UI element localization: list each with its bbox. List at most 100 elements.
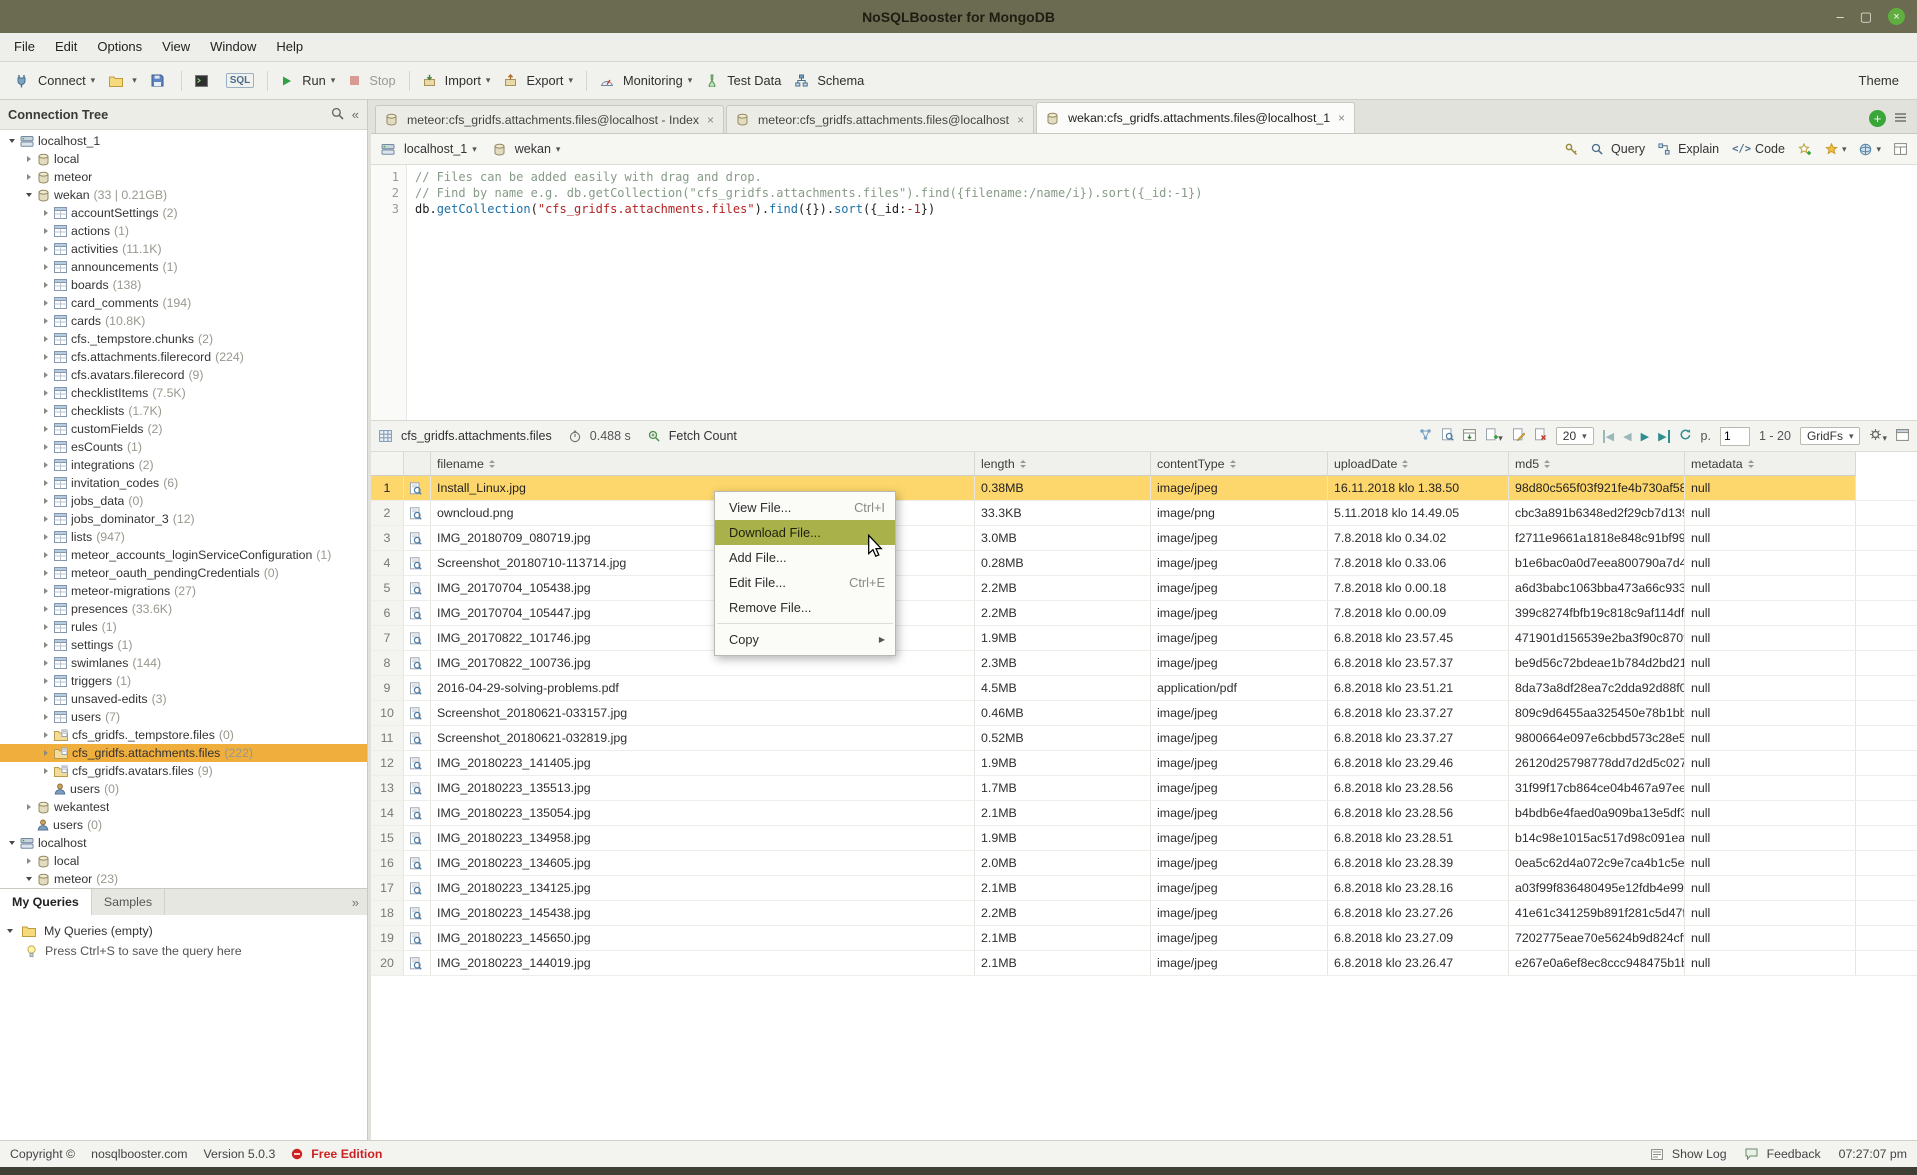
- expand-arrow[interactable]: [40, 531, 52, 543]
- add-document-button[interactable]: ▾: [1485, 428, 1503, 444]
- close-button[interactable]: ×: [1888, 8, 1905, 25]
- tree-item[interactable]: cfs_gridfs.avatars.files(9): [0, 762, 367, 780]
- table-row[interactable]: 7IMG_20170822_101746.jpg1.9MBimage/jpeg6…: [371, 626, 1917, 651]
- expand-arrow[interactable]: [23, 189, 35, 201]
- add-tab-button[interactable]: +: [1869, 110, 1886, 127]
- stop-button[interactable]: Stop: [342, 69, 402, 92]
- expand-arrow[interactable]: [40, 405, 52, 417]
- last-page-button[interactable]: ▶: [1658, 430, 1669, 443]
- menu-view[interactable]: View: [152, 33, 200, 61]
- expand-arrow[interactable]: [40, 747, 52, 759]
- close-tab-icon[interactable]: ×: [1017, 113, 1024, 127]
- expand-arrow[interactable]: [23, 873, 35, 885]
- site-link[interactable]: nosqlbooster.com: [91, 1147, 187, 1161]
- close-tab-icon[interactable]: ×: [707, 113, 714, 127]
- table-row[interactable]: 12IMG_20180223_141405.jpg1.9MBimage/jpeg…: [371, 751, 1917, 776]
- search-icon[interactable]: [331, 107, 344, 123]
- tree-item[interactable]: cards(10.8K): [0, 312, 367, 330]
- tree-item[interactable]: users(0): [0, 816, 367, 834]
- tree-item[interactable]: cfs_gridfs._tempstore.files(0): [0, 726, 367, 744]
- table-row[interactable]: 20IMG_20180223_144019.jpg2.1MBimage/jpeg…: [371, 951, 1917, 976]
- import-button[interactable]: Import ▾: [416, 69, 498, 92]
- menu-item-remove-file[interactable]: Remove File...: [715, 595, 895, 620]
- tab-samples[interactable]: Samples: [92, 889, 165, 915]
- page-size-select[interactable]: 20▾: [1556, 427, 1594, 445]
- expand-arrow[interactable]: [6, 135, 18, 147]
- menu-item-add-file[interactable]: Add File...: [715, 545, 895, 570]
- column-header-filename[interactable]: filename: [431, 452, 975, 476]
- expand-arrow[interactable]: [40, 513, 52, 525]
- tree-item[interactable]: lists(947): [0, 528, 367, 546]
- tree-item[interactable]: wekan(33 | 0.21GB): [0, 186, 367, 204]
- table-row[interactable]: 18IMG_20180223_145438.jpg2.2MBimage/jpeg…: [371, 901, 1917, 926]
- tree-item[interactable]: invitation_codes(6): [0, 474, 367, 492]
- shell-button[interactable]: [188, 71, 219, 91]
- table-row[interactable]: 92016-04-29-solving-problems.pdf4.5MBapp…: [371, 676, 1917, 701]
- table-row[interactable]: 19IMG_20180223_145650.jpg2.1MBimage/jpeg…: [371, 926, 1917, 951]
- expand-arrow[interactable]: [40, 477, 52, 489]
- expand-arrow[interactable]: [40, 351, 52, 363]
- tree-item[interactable]: cfs_gridfs.attachments.files(222): [0, 744, 367, 762]
- expand-arrow[interactable]: [40, 603, 52, 615]
- editor-tab[interactable]: meteor:cfs_gridfs.attachments.files@loca…: [726, 105, 1034, 133]
- tree-item[interactable]: meteor_oauth_pendingCredentials(0): [0, 564, 367, 582]
- expand-arrow[interactable]: [40, 711, 52, 723]
- tree-item[interactable]: local: [0, 852, 367, 870]
- tree-item[interactable]: boards(138): [0, 276, 367, 294]
- theme-button[interactable]: Theme: [1859, 73, 1909, 88]
- tree-item[interactable]: customFields(2): [0, 420, 367, 438]
- tree-item[interactable]: activities(11.1K): [0, 240, 367, 258]
- table-row[interactable]: 8IMG_20170822_100736.jpg2.3MBimage/jpeg6…: [371, 651, 1917, 676]
- expand-arrow[interactable]: [23, 855, 35, 867]
- add-favorite-icon[interactable]: [1798, 143, 1812, 156]
- table-row[interactable]: 16IMG_20180223_134605.jpg2.0MBimage/jpeg…: [371, 851, 1917, 876]
- database-selector[interactable]: wekan ▾: [493, 142, 561, 156]
- previous-page-button[interactable]: ◀: [1623, 430, 1631, 443]
- table-row[interactable]: 1Install_Linux.jpg0.38MBimage/jpeg16.11.…: [371, 476, 1917, 501]
- layout-icon[interactable]: [1894, 143, 1907, 155]
- menu-file[interactable]: File: [4, 33, 45, 61]
- result-settings-icon[interactable]: ▾: [1869, 428, 1887, 444]
- edit-document-button[interactable]: [1512, 428, 1525, 444]
- tree-item[interactable]: presences(33.6K): [0, 600, 367, 618]
- editor-tab[interactable]: wekan:cfs_gridfs.attachments.files@local…: [1036, 102, 1355, 133]
- maximize-panel-icon[interactable]: [1896, 429, 1909, 444]
- page-number-input[interactable]: [1720, 427, 1750, 446]
- tree-item[interactable]: esCounts(1): [0, 438, 367, 456]
- show-log-button[interactable]: Show Log: [1651, 1147, 1727, 1161]
- delete-document-button[interactable]: [1534, 428, 1547, 444]
- table-row[interactable]: 13IMG_20180223_135513.jpg1.7MBimage/jpeg…: [371, 776, 1917, 801]
- table-row[interactable]: 4Screenshot_20180710-113714.jpg0.28MBima…: [371, 551, 1917, 576]
- aggregate-icon[interactable]: [1419, 428, 1432, 444]
- table-row[interactable]: 6IMG_20170704_105447.jpg2.2MBimage/jpeg7…: [371, 601, 1917, 626]
- expand-arrow[interactable]: [23, 801, 35, 813]
- tree-item[interactable]: local: [0, 150, 367, 168]
- expand-arrow[interactable]: [40, 369, 52, 381]
- tab-list-icon[interactable]: [1894, 111, 1907, 126]
- view-document-icon[interactable]: [1441, 428, 1454, 444]
- feedback-button[interactable]: Feedback: [1745, 1147, 1821, 1161]
- expand-arrow[interactable]: [40, 585, 52, 597]
- column-header-uploaddate[interactable]: uploadDate: [1328, 452, 1509, 476]
- expand-arrow[interactable]: [40, 675, 52, 687]
- run-button[interactable]: Run ▾: [274, 69, 342, 92]
- tree-item[interactable]: wekantest: [0, 798, 367, 816]
- refresh-icon[interactable]: [1679, 428, 1692, 444]
- save-button[interactable]: [144, 70, 175, 91]
- connection-selector[interactable]: localhost_1 ▾: [381, 142, 477, 156]
- tree-item[interactable]: jobs_dominator_3(12): [0, 510, 367, 528]
- expand-arrow[interactable]: [40, 207, 52, 219]
- tab-my-queries[interactable]: My Queries: [0, 889, 92, 915]
- column-header-metadata[interactable]: metadata: [1685, 452, 1856, 476]
- tree-item[interactable]: jobs_data(0): [0, 492, 367, 510]
- table-row[interactable]: 14IMG_20180223_135054.jpg2.1MBimage/jpeg…: [371, 801, 1917, 826]
- export-button[interactable]: Export ▾: [497, 69, 580, 92]
- next-page-button[interactable]: ▶: [1641, 430, 1649, 443]
- connect-button[interactable]: Connect ▾: [8, 69, 102, 92]
- tree-item[interactable]: checklists(1.7K): [0, 402, 367, 420]
- menu-window[interactable]: Window: [200, 33, 266, 61]
- tree-item[interactable]: meteor: [0, 168, 367, 186]
- code-area[interactable]: // Files can be added easily with drag a…: [407, 165, 1202, 420]
- my-queries-root[interactable]: My Queries (empty): [4, 921, 363, 941]
- schema-button[interactable]: Schema: [788, 69, 871, 92]
